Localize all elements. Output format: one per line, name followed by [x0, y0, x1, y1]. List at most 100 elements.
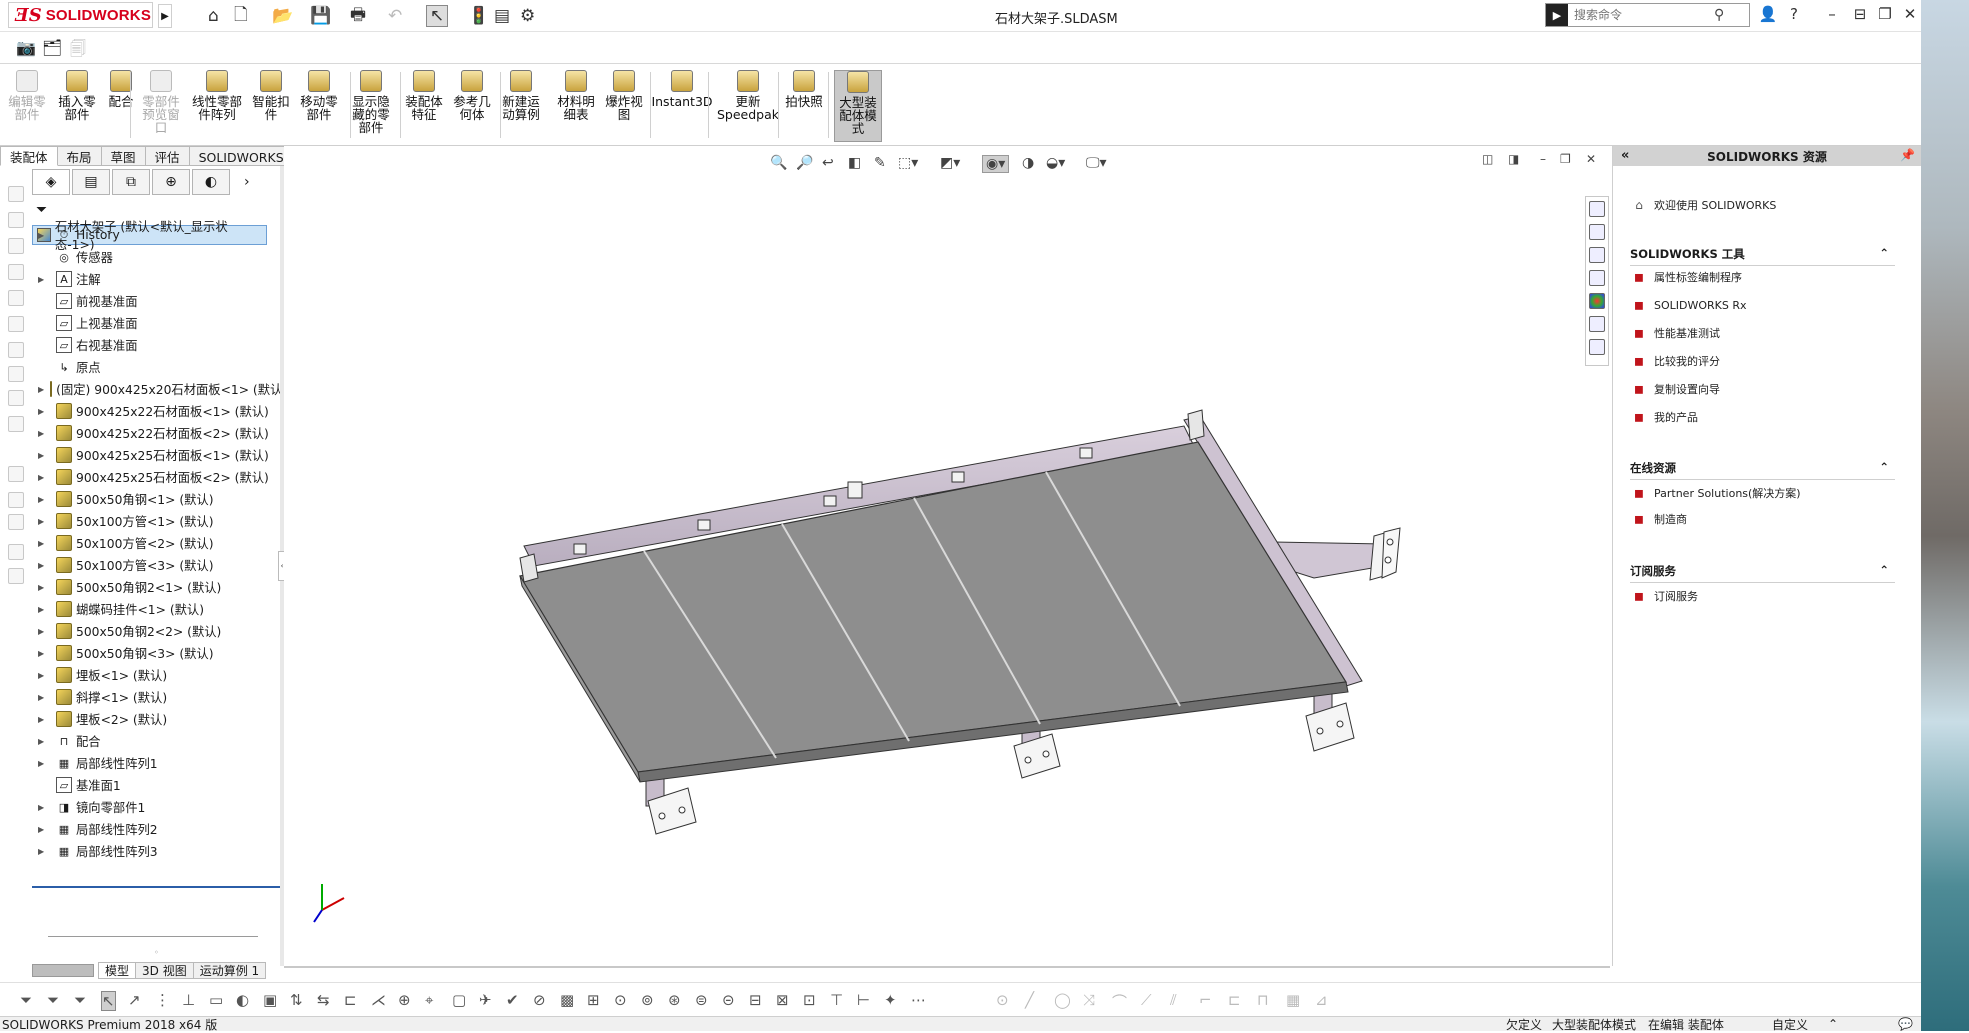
home-icon[interactable]: ⌂ [208, 5, 219, 27]
expand-arrow-icon[interactable]: ▶ [38, 627, 50, 636]
collapse-section-icon[interactable]: ⌃ [1879, 246, 1889, 260]
tree-item[interactable]: ▶ 500x50角钢<1> (默认) [32, 488, 282, 510]
tool-link[interactable]: ◼ 比较我的评分 [1630, 352, 1720, 370]
tree-item[interactable]: ▶ 斜撑<1> (默认) [32, 686, 282, 708]
expand-arrow-icon[interactable]: ▶ [38, 495, 50, 504]
bottom-tab-1[interactable]: 3D 视图 [136, 962, 194, 979]
selection-filter-icon[interactable]: ⊢ [857, 991, 870, 1009]
camera-icon[interactable]: 📷 [16, 38, 36, 57]
new-document-icon[interactable]: 🗋 [234, 5, 248, 27]
expand-arrow-icon[interactable]: ▶ [38, 847, 50, 856]
sketch-tool-icon[interactable]: ⌐ [1199, 991, 1212, 1009]
tree-item[interactable]: ▶ 500x50角钢<3> (默认) [32, 642, 282, 664]
filter-icon[interactable]: ⏷ [36, 202, 47, 218]
chat-icon[interactable]: 💬 [1898, 1017, 1913, 1031]
side-tool-icon[interactable] [8, 186, 24, 202]
cmd-reference-geometry-button[interactable]: 参考几 何体 [450, 70, 494, 142]
side-tool-icon[interactable] [8, 466, 24, 482]
selection-filter-icon[interactable]: ▣ [263, 991, 277, 1009]
cmd-speedpak-button[interactable]: 更新 Speedpak [717, 70, 779, 142]
search-icon[interactable]: ⚲ [1714, 7, 1724, 23]
side-tool-icon[interactable] [8, 492, 24, 508]
sketch-tool-icon[interactable]: ⊙ [996, 991, 1009, 1009]
selection-filter-icon[interactable]: ✈ [479, 991, 492, 1009]
tree-item[interactable]: ▶ 900x425x22石材面板<2> (默认) [32, 422, 282, 444]
side-tool-icon[interactable] [8, 514, 24, 530]
selection-filter-icon[interactable]: ⊕ [398, 991, 411, 1009]
cmd-bom-button[interactable]: 材料明 细表 [554, 70, 598, 142]
side-tool-icon[interactable] [8, 390, 24, 406]
tree-item[interactable]: ▶ 500x50角钢2<2> (默认) [32, 620, 282, 642]
tab-scroll-arrows[interactable] [32, 964, 94, 977]
cmd-linear-pattern-button[interactable]: 线性零部 件阵列 [188, 70, 246, 142]
online-resource-link[interactable]: ◼ Partner Solutions(解决方案) [1630, 484, 1801, 502]
selection-filter-icon[interactable]: ⋌ [371, 991, 386, 1009]
cmd-instant3d-button[interactable]: Instant3D [651, 70, 713, 142]
tree-scroll-handle-icon[interactable]: ◦ [154, 948, 159, 957]
tab-2[interactable]: 草图 [101, 146, 146, 166]
selection-filter-icon[interactable]: ⊡ [803, 991, 816, 1009]
cmd-assembly-feature-button[interactable]: 装配体 特征 [402, 70, 446, 142]
tree-item[interactable]: ▱ 基准面1 [32, 774, 282, 796]
tree-item[interactable]: ▶ 900x425x22石材面板<1> (默认) [32, 400, 282, 422]
tool-link[interactable]: ◼ 属性标签编制程序 [1630, 268, 1742, 286]
selection-filter-icon[interactable]: ⊝ [722, 991, 735, 1009]
tool-link[interactable]: ◼ 我的产品 [1630, 408, 1698, 426]
tool-link[interactable]: ◼ 性能基准测试 [1630, 324, 1720, 342]
help-icon[interactable]: ? [1782, 5, 1806, 23]
tree-item[interactable]: ▶ A 注解 [32, 268, 282, 290]
expand-arrow-icon[interactable]: ▶ [38, 407, 50, 416]
selection-filter-icon[interactable]: ⊚ [641, 991, 654, 1009]
expand-arrow-icon[interactable]: ▶ [38, 605, 50, 614]
selection-filter-icon[interactable]: ⊟ [749, 991, 762, 1009]
tree-item[interactable]: ▶ 埋板<2> (默认) [32, 708, 282, 730]
user-icon[interactable]: 👤 [1756, 5, 1780, 23]
cmd-insert-component-button[interactable]: 插入零 部件 [54, 70, 100, 142]
tree-item[interactable]: ↳ 原点 [32, 356, 282, 378]
cmd-smart-fastener-button[interactable]: 智能扣 件 [250, 70, 292, 142]
dimxpert-tab-icon[interactable]: ⊕ [152, 169, 190, 195]
tree-item[interactable]: ▶ 50x100方管<2> (默认) [32, 532, 282, 554]
expand-arrow-icon[interactable]: ▶ [38, 759, 50, 768]
selection-filter-icon[interactable]: ✔ [506, 991, 519, 1009]
tree-item[interactable]: ▶ 900x425x25石材面板<1> (默认) [32, 444, 282, 466]
selection-filter-icon[interactable]: ↖ [101, 991, 116, 1011]
selection-filter-icon[interactable]: ⏷ [74, 991, 86, 1009]
save-icon[interactable]: 💾 [310, 5, 331, 27]
expand-arrow-icon[interactable]: ▶ [38, 671, 50, 680]
selection-filter-icon[interactable]: ▭ [209, 991, 223, 1009]
tab-0[interactable]: 装配体 [0, 146, 58, 166]
display-manager-tab-icon[interactable]: ◐ [192, 169, 230, 195]
tree-item[interactable]: ▱ 右视基准面 [32, 334, 282, 356]
side-tool-icon[interactable] [8, 416, 24, 432]
cmd-large-assembly-button[interactable]: 大型装 配体模 式 [834, 70, 882, 142]
graphics-area[interactable]: 🔍 🔎 ↩ ◧ ✎ ⬚▾ ◩▾ ◉▾ ◑ ◒▾ 🖵▾ ◫ ◨ – ❐ ✕ [284, 146, 1610, 968]
menu-expand-button[interactable]: ▶ [158, 4, 172, 28]
home-icon[interactable] [1589, 201, 1605, 217]
custom-properties-icon[interactable] [1589, 316, 1605, 332]
side-tool-icon[interactable] [8, 544, 24, 560]
expand-arrow-icon[interactable]: ▶ [38, 583, 50, 592]
search-scope-icon[interactable]: ▶ [1546, 4, 1568, 26]
expand-arrow-icon[interactable]: ▶ [38, 825, 50, 834]
selection-filter-icon[interactable]: ⊜ [695, 991, 708, 1009]
selection-filter-icon[interactable]: ⌖ [425, 991, 433, 1009]
graphics-scrollbar[interactable] [284, 966, 1610, 968]
expand-arrow-icon[interactable]: ▶ [38, 385, 44, 394]
open-icon[interactable]: 📂 [272, 5, 293, 27]
tab-1[interactable]: 布局 [57, 146, 102, 166]
tree-item[interactable]: ▶ ▦ 局部线性阵列3 [32, 840, 282, 862]
tree-item[interactable]: ▶ 50x100方管<1> (默认) [32, 510, 282, 532]
expand-arrow-icon[interactable]: ▶ [38, 231, 50, 240]
cmd-move-component-button[interactable]: 移动零 部件 [296, 70, 342, 142]
restore-icon[interactable]: ❐ [1873, 5, 1897, 23]
options-gear-icon[interactable]: ⚙ [520, 5, 535, 27]
selection-filter-icon[interactable]: ⊙ [614, 991, 627, 1009]
expand-arrow-icon[interactable]: ▶ [38, 561, 50, 570]
selection-filter-icon[interactable]: ▩ [560, 991, 574, 1009]
side-tool-icon[interactable] [8, 316, 24, 332]
selection-filter-icon[interactable]: ⋮ [155, 991, 170, 1009]
expand-arrow-icon[interactable]: ▶ [38, 275, 50, 284]
tree-item[interactable]: ▶ 蝴蝶码挂件<1> (默认) [32, 598, 282, 620]
minimize-icon[interactable]: – [1820, 5, 1844, 23]
